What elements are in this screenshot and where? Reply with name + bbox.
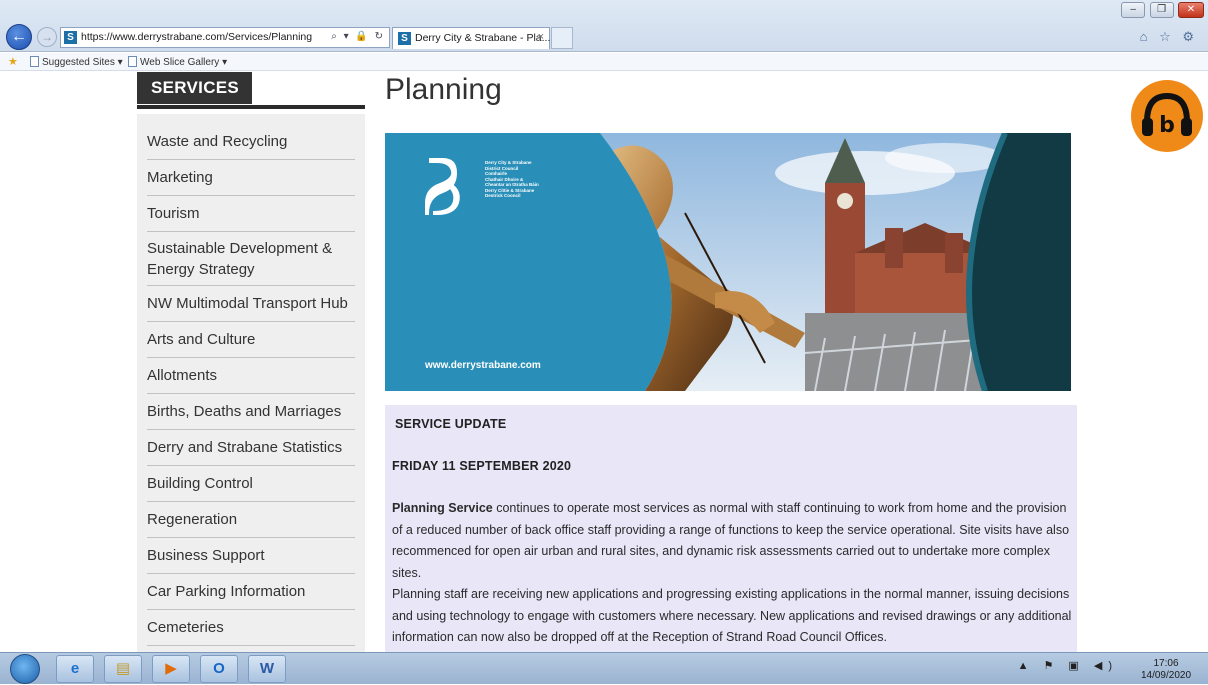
media-player-icon[interactable]: ▶	[152, 655, 190, 683]
sidebar-item-waste-and-recycling[interactable]: Waste and Recycling	[147, 124, 355, 160]
banner-website-text: www.derrystrabane.com	[425, 360, 541, 371]
internet-explorer-icon[interactable]: e	[56, 655, 94, 683]
paragraph-1-text: continues to operate most services as no…	[392, 501, 1070, 580]
sidebar-item-sustainable-development[interactable]: Sustainable Development & Energy Strateg…	[147, 232, 355, 286]
sidebar-item-births-deaths-marriages[interactable]: Births, Deaths and Marriages	[147, 394, 355, 430]
favorites-star-icon[interactable]: ★	[8, 55, 18, 68]
sidebar-item-business-support[interactable]: Business Support	[147, 538, 355, 574]
sidebar-nav: Waste and Recycling Marketing Tourism Su…	[147, 124, 355, 646]
suggested-sites-label: Suggested Sites ▾	[42, 57, 123, 68]
sidebar-title: SERVICES	[151, 78, 240, 97]
sidebar-item-nw-multimodal-transport-hub[interactable]: NW Multimodal Transport Hub	[147, 286, 355, 322]
planning-service-label: Planning Service	[392, 501, 493, 515]
new-tab-button[interactable]	[551, 27, 573, 49]
start-button[interactable]	[10, 654, 40, 684]
headphones-icon: b	[1142, 92, 1192, 138]
word-icon[interactable]: W	[248, 655, 286, 683]
page-title: Planning	[385, 73, 502, 106]
favorites-bar: ★ Suggested Sites ▾ Web Slice Gallery ▾	[0, 53, 1208, 71]
file-explorer-icon[interactable]: ▤	[104, 655, 142, 683]
sidebar-item-marketing[interactable]: Marketing	[147, 160, 355, 196]
sidebar-item-cemeteries[interactable]: Cemeteries	[147, 610, 355, 646]
tab-close-icon[interactable]: ×	[538, 31, 544, 43]
taskbar: e ▤ ▶ O W ▲ ⚑ ▣ ◀) 17:06 14/09/2020	[0, 652, 1208, 684]
back-button[interactable]: ←	[6, 24, 32, 50]
outlook-icon[interactable]: O	[200, 655, 238, 683]
address-url[interactable]: https://www.derrystrabane.com/Services/P…	[81, 31, 312, 43]
tab-favicon-icon: S	[398, 32, 411, 45]
sidebar-item-allotments[interactable]: Allotments	[147, 358, 355, 394]
close-window-button[interactable]: ✕	[1178, 2, 1204, 18]
service-update-heading: SERVICE UPDATE	[395, 417, 507, 431]
page-icon	[128, 56, 137, 67]
sidebar-title-box: SERVICES	[137, 72, 252, 104]
service-update-paragraph-1: Planning Service continues to operate mo…	[392, 498, 1072, 584]
audio-button-letter: b	[1159, 113, 1175, 138]
banner-council-line: Derry City & Strabane	[485, 160, 532, 165]
tab-title: Derry City & Strabane - Pla...	[415, 32, 551, 44]
banner-council-line: Destrick Cooncil	[485, 193, 521, 198]
audio-reader-button[interactable]: b	[1131, 80, 1203, 152]
home-favorites-settings-icons[interactable]: ⌂ ☆ ⚙	[1140, 29, 1198, 45]
sidebar: Waste and Recycling Marketing Tourism Su…	[137, 114, 365, 652]
service-update-body: Planning Service continues to operate mo…	[392, 498, 1072, 649]
suggested-sites-link[interactable]: Suggested Sites ▾	[30, 56, 123, 68]
page-icon	[30, 56, 39, 67]
tab-planning[interactable]: S Derry City & Strabane - Pla... ×	[392, 27, 550, 49]
clock-date: 14/09/2020	[1140, 670, 1192, 681]
site-favicon-icon: S	[64, 31, 77, 44]
clock-time: 17:06	[1153, 658, 1179, 669]
sidebar-item-building-control[interactable]: Building Control	[147, 466, 355, 502]
web-slice-gallery-link[interactable]: Web Slice Gallery ▾	[128, 56, 227, 68]
web-slice-gallery-label: Web Slice Gallery ▾	[140, 57, 228, 68]
clock[interactable]: 17:06 14/09/2020	[1136, 657, 1196, 685]
address-action-icons[interactable]: ⌕ ▾ 🔒 ↻	[331, 31, 385, 42]
banner-council-text: Derry City & Strabane District Council C…	[485, 160, 539, 199]
minimize-button[interactable]: –	[1121, 2, 1146, 18]
window-controls: – ❐ ✕	[1121, 2, 1204, 20]
banner-image: Derry City & Strabane District Council C…	[385, 133, 1071, 391]
sidebar-item-arts-and-culture[interactable]: Arts and Culture	[147, 322, 355, 358]
service-update-box: SERVICE UPDATE FRIDAY 11 SEPTEMBER 2020 …	[385, 405, 1077, 652]
sidebar-item-statistics[interactable]: Derry and Strabane Statistics	[147, 430, 355, 466]
banner-council-line: Cheantar an tSratha Báin	[485, 182, 539, 187]
sidebar-item-car-parking[interactable]: Car Parking Information	[147, 574, 355, 610]
sidebar-divider	[137, 105, 365, 109]
service-update-paragraph-2: Planning staff are receiving new applica…	[392, 587, 1072, 644]
browser-toolbar: – ❐ ✕ ← → S https://www.derrystrabane.co…	[0, 0, 1208, 52]
system-tray-icons[interactable]: ▲ ⚑ ▣ ◀)	[1018, 659, 1118, 672]
sidebar-item-tourism[interactable]: Tourism	[147, 196, 355, 232]
address-bar[interactable]: S https://www.derrystrabane.com/Services…	[60, 27, 390, 48]
service-update-date: FRIDAY 11 SEPTEMBER 2020	[392, 459, 572, 473]
forward-button[interactable]: →	[37, 27, 57, 47]
sidebar-item-regeneration[interactable]: Regeneration	[147, 502, 355, 538]
page-content: SERVICES Waste and Recycling Marketing T…	[0, 72, 1208, 652]
restore-button[interactable]: ❐	[1149, 2, 1174, 18]
